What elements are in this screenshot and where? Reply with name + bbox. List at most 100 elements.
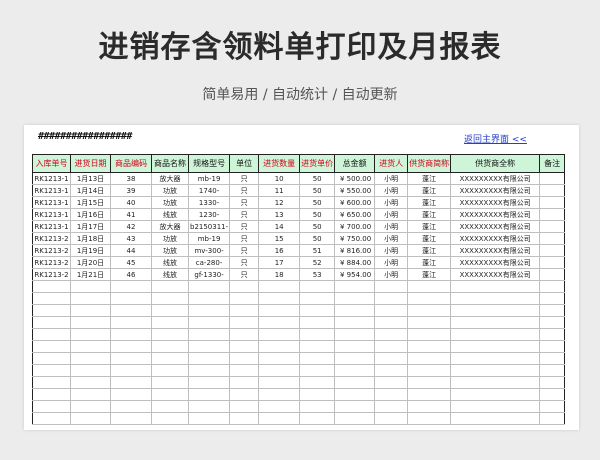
table-cell[interactable]: RK1213-2 bbox=[32, 268, 71, 281]
table-cell[interactable] bbox=[187, 412, 231, 425]
table-cell[interactable] bbox=[374, 340, 409, 353]
table-cell[interactable] bbox=[229, 340, 260, 353]
table-cell[interactable] bbox=[110, 280, 152, 293]
table-cell[interactable] bbox=[258, 388, 301, 401]
table-cell[interactable]: 只 bbox=[229, 172, 260, 185]
table-cell[interactable] bbox=[334, 280, 376, 293]
table-cell[interactable] bbox=[407, 364, 452, 377]
table-cell[interactable] bbox=[258, 412, 301, 425]
table-cell[interactable] bbox=[258, 292, 301, 305]
table-cell[interactable] bbox=[151, 400, 189, 413]
table-cell[interactable]: 1月20日 bbox=[70, 256, 111, 269]
table-cell[interactable]: 14 bbox=[258, 220, 301, 233]
empty-table-row[interactable] bbox=[32, 412, 566, 425]
table-cell[interactable]: ¥ 750.00 bbox=[334, 232, 376, 245]
table-cell[interactable] bbox=[299, 340, 336, 353]
table-cell[interactable] bbox=[407, 292, 452, 305]
table-cell[interactable]: 40 bbox=[110, 196, 152, 209]
back-to-main-link[interactable]: 返回主界面 << bbox=[464, 132, 527, 145]
table-row[interactable]: RK1213-1 1月16日 41 线放 1230- 只 13 50 ¥ 650.00 小明 蓬江 X… bbox=[32, 208, 566, 221]
table-cell[interactable]: 17 bbox=[258, 256, 301, 269]
table-cell[interactable]: 16 bbox=[258, 244, 301, 257]
column-header[interactable]: 规格型号 bbox=[187, 154, 231, 173]
table-cell[interactable] bbox=[187, 292, 231, 305]
table-cell[interactable] bbox=[70, 340, 111, 353]
table-cell[interactable] bbox=[151, 292, 189, 305]
table-cell[interactable] bbox=[539, 352, 566, 365]
empty-table-row[interactable] bbox=[32, 292, 566, 305]
table-cell[interactable] bbox=[539, 364, 566, 377]
table-cell[interactable]: 1330- bbox=[187, 196, 231, 209]
empty-table-row[interactable] bbox=[32, 340, 566, 353]
table-cell[interactable] bbox=[32, 400, 71, 413]
table-cell[interactable]: 只 bbox=[229, 196, 260, 209]
table-cell[interactable]: 功放 bbox=[151, 244, 189, 257]
table-cell[interactable] bbox=[110, 304, 152, 317]
table-cell[interactable] bbox=[229, 364, 260, 377]
table-cell[interactable]: 线放 bbox=[151, 208, 189, 221]
table-cell[interactable] bbox=[258, 304, 301, 317]
table-cell[interactable] bbox=[450, 412, 541, 425]
table-cell[interactable] bbox=[539, 220, 566, 233]
table-cell[interactable] bbox=[539, 256, 566, 269]
table-cell[interactable] bbox=[407, 328, 452, 341]
table-cell[interactable]: 小明 bbox=[374, 208, 409, 221]
table-cell[interactable] bbox=[32, 304, 71, 317]
table-cell[interactable]: 小明 bbox=[374, 184, 409, 197]
table-cell[interactable] bbox=[450, 388, 541, 401]
table-cell[interactable]: ca-280- bbox=[187, 256, 231, 269]
table-cell[interactable] bbox=[539, 172, 566, 185]
table-cell[interactable] bbox=[539, 328, 566, 341]
table-cell[interactable]: 50 bbox=[299, 208, 336, 221]
table-cell[interactable] bbox=[374, 352, 409, 365]
table-cell[interactable] bbox=[70, 376, 111, 389]
table-cell[interactable] bbox=[374, 280, 409, 293]
column-header[interactable]: 进货日期 bbox=[70, 154, 111, 173]
table-cell[interactable] bbox=[187, 388, 231, 401]
table-cell[interactable] bbox=[151, 280, 189, 293]
table-cell[interactable]: ¥ 816.00 bbox=[334, 244, 376, 257]
table-cell[interactable] bbox=[229, 376, 260, 389]
table-cell[interactable]: 38 bbox=[110, 172, 152, 185]
table-cell[interactable]: ¥ 550.00 bbox=[334, 184, 376, 197]
table-cell[interactable] bbox=[70, 304, 111, 317]
table-cell[interactable]: 13 bbox=[258, 208, 301, 221]
table-cell[interactable]: XXXXXXXXX有限公司 bbox=[450, 256, 541, 269]
table-row[interactable]: RK1213-2 1月18日 43 功放 mb-19 只 15 50 ¥ 750.00 小明 蓬江 X… bbox=[32, 232, 566, 245]
table-cell[interactable] bbox=[334, 412, 376, 425]
table-cell[interactable]: 只 bbox=[229, 184, 260, 197]
table-cell[interactable]: 小明 bbox=[374, 172, 409, 185]
table-cell[interactable]: 功放 bbox=[151, 184, 189, 197]
table-cell[interactable] bbox=[450, 376, 541, 389]
table-cell[interactable] bbox=[299, 316, 336, 329]
table-cell[interactable]: 1月14日 bbox=[70, 184, 111, 197]
table-cell[interactable]: 50 bbox=[299, 196, 336, 209]
table-cell[interactable] bbox=[407, 400, 452, 413]
table-cell[interactable] bbox=[151, 388, 189, 401]
table-cell[interactable] bbox=[32, 328, 71, 341]
table-cell[interactable] bbox=[334, 400, 376, 413]
table-cell[interactable] bbox=[374, 316, 409, 329]
column-header[interactable]: 进货人 bbox=[374, 154, 409, 173]
table-cell[interactable] bbox=[539, 232, 566, 245]
table-cell[interactable] bbox=[187, 364, 231, 377]
table-cell[interactable] bbox=[539, 316, 566, 329]
table-cell[interactable] bbox=[407, 376, 452, 389]
table-cell[interactable] bbox=[407, 412, 452, 425]
column-header[interactable]: 备注 bbox=[539, 154, 566, 173]
table-cell[interactable] bbox=[450, 280, 541, 293]
table-cell[interactable] bbox=[151, 352, 189, 365]
table-cell[interactable]: b2150311- bbox=[187, 220, 231, 233]
table-cell[interactable] bbox=[299, 388, 336, 401]
table-cell[interactable]: mb-19 bbox=[187, 232, 231, 245]
table-cell[interactable]: 只 bbox=[229, 268, 260, 281]
table-cell[interactable]: RK1213-1 bbox=[32, 208, 71, 221]
table-cell[interactable] bbox=[334, 352, 376, 365]
table-cell[interactable] bbox=[299, 412, 336, 425]
table-row[interactable]: RK1213-2 1月19日 44 功放 mv-300- 只 16 51 ¥ 816.00 小明蓬… bbox=[32, 244, 566, 257]
table-cell[interactable] bbox=[70, 328, 111, 341]
table-cell[interactable] bbox=[539, 400, 566, 413]
table-row[interactable]: RK1213-1 1月13日 38 放大器 mb-19 只 10 50 ¥ 500.00 小明 蓬江… bbox=[32, 172, 566, 185]
table-cell[interactable] bbox=[32, 340, 71, 353]
table-cell[interactable]: 50 bbox=[299, 184, 336, 197]
